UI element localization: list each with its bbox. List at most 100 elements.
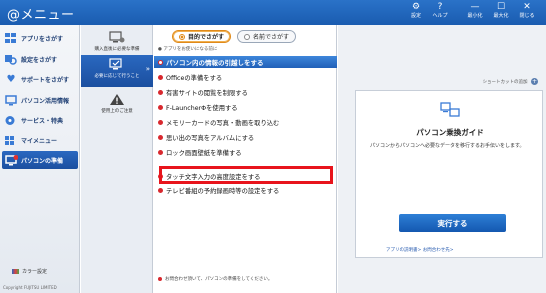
hint-label: アプリをお使いになる前に xyxy=(163,47,218,52)
list-item[interactable]: Officeの準備をする xyxy=(158,72,336,83)
pc-setup-icon xyxy=(4,154,18,166)
category-label: 購入直後に必要な準備 xyxy=(94,47,140,52)
category-column: 購入直後に必要な準備 必要に応じて行うこと » 使用上のご注意 xyxy=(81,25,153,293)
pc-info-icon xyxy=(4,94,18,106)
search-by-name-button[interactable]: 名前でさがす xyxy=(237,30,297,43)
palette-icon xyxy=(12,269,19,274)
card-title: パソコン乗換ガイド xyxy=(416,128,484,137)
gear-icon: ⚙ xyxy=(411,2,421,12)
help-button[interactable]: ? ヘルプ xyxy=(429,2,451,24)
plus-icon: + xyxy=(531,78,538,85)
help-label: ヘルプ xyxy=(432,13,448,19)
sidebar-item-support[interactable]: ♥ サポートをさがす xyxy=(2,70,78,88)
close-button[interactable]: ✕ 閉じる xyxy=(516,2,538,24)
add-shortcut-button[interactable]: ショートカットの追加 + xyxy=(338,78,538,85)
pc-gear-icon xyxy=(109,31,125,43)
copyright: Copyright FUJITSU LIMITED xyxy=(3,285,57,290)
sidebar-item-service[interactable]: サービス・特典 xyxy=(2,111,78,129)
settings-button[interactable]: ⚙ 設定 xyxy=(405,2,427,24)
run-button[interactable]: 実行する xyxy=(399,214,506,232)
category-caution[interactable]: 使用上のご注意 xyxy=(81,93,153,115)
list-item-label: Officeの準備をする xyxy=(166,75,223,82)
warning-icon xyxy=(110,94,124,105)
list-item[interactable]: メモリーカードの写真・動画を取り込む xyxy=(158,117,336,128)
mymenu-icon xyxy=(4,134,18,146)
category-label: 使用上のご注意 xyxy=(101,109,133,114)
bullet-icon xyxy=(158,150,163,155)
apps-icon xyxy=(4,32,18,44)
service-icon xyxy=(4,114,18,126)
bullet-icon xyxy=(158,59,163,65)
double-chevron-right-icon: » xyxy=(145,65,150,73)
support-heart-icon: ♥ xyxy=(6,73,16,85)
sidebar-item-label: アプリをさがす xyxy=(21,35,64,43)
sidebar: アプリをさがす 設定をさがす ♥ サポートをさがす パソコン活用情報 サービス・… xyxy=(0,25,80,293)
app-title: @メニュー xyxy=(7,8,75,23)
search-by-purpose-button[interactable]: 目的でさがす xyxy=(172,30,232,43)
list-item-label: 思い出の写真をアルバムにする xyxy=(166,135,255,142)
bullet-icon xyxy=(158,174,163,179)
list-item[interactable]: ロック画面壁紙を準備する xyxy=(158,147,336,158)
bullet-icon xyxy=(158,135,163,140)
list-header-label: パソコン内の情報の引越しをする xyxy=(166,59,264,67)
pc-check-icon xyxy=(109,58,122,70)
main-footer-note: お問合わせ頂いて、パソコンの準備をしてください。 xyxy=(158,276,272,282)
close-label: 閉じる xyxy=(519,13,535,19)
app-card: パソコン乗換ガイド パソコンからパソコンへ必要なデータを移行するお手伝いをします… xyxy=(355,90,543,258)
main-panel: 目的でさがす 名前でさがす ● アプリをお使いになる前に パソコン内の情報の引越… xyxy=(154,25,337,293)
radio-selected-icon xyxy=(179,33,185,40)
sidebar-item-pc-info[interactable]: パソコン活用情報 xyxy=(2,91,78,109)
list-item-label: F-LauncherΦを使用する xyxy=(166,105,238,112)
list-item-label: 有害サイトの閲覧を制限する xyxy=(166,90,248,97)
sidebar-item-apps[interactable]: アプリをさがす xyxy=(2,29,78,47)
sidebar-item-label: パソコン活用情報 xyxy=(21,97,70,105)
maximize-icon: ☐ xyxy=(496,2,506,12)
pc-transfer-icon xyxy=(440,102,460,117)
maximize-button[interactable]: ☐ 最大化 xyxy=(490,2,512,24)
sidebar-item-settings[interactable]: 設定をさがす xyxy=(2,50,78,68)
list-item-label: ロック画面壁紙を準備する xyxy=(166,150,242,157)
shortcut-label: ショートカットの追加 xyxy=(482,80,528,85)
toggle-label: 名前でさがす xyxy=(253,34,290,41)
sidebar-item-label: 設定をさがす xyxy=(21,56,58,64)
sidebar-item-label: マイメニュー xyxy=(21,137,58,145)
bullet-icon xyxy=(158,277,162,281)
sidebar-item-label: サポートをさがす xyxy=(21,76,70,84)
hint-text: ● アプリをお使いになる前に xyxy=(158,47,218,52)
sidebar-item-mymenu[interactable]: マイメニュー xyxy=(2,131,78,149)
list-item-label: テレビ番組の予約録画時等の設定をする xyxy=(166,188,280,195)
minimize-button[interactable]: — 最小化 xyxy=(464,2,486,24)
list-item[interactable]: 思い出の写真をアルバムにする xyxy=(158,132,336,143)
list-item[interactable]: 有害サイトの閲覧を制限する xyxy=(158,87,336,98)
search-mode-toggle: 目的でさがす 名前でさがす xyxy=(172,30,297,43)
bullet-icon xyxy=(158,75,163,80)
list-header-item[interactable]: パソコン内の情報の引越しをする xyxy=(154,56,337,68)
category-as-needed[interactable]: 必要に応じて行うこと » xyxy=(81,55,153,87)
category-purchase-prep[interactable]: 購入直後に必要な準備 xyxy=(81,31,153,55)
title-bar: @メニュー ⚙ 設定 ? ヘルプ — 最小化 ☐ 最大化 ✕ 閉じる xyxy=(0,0,546,25)
right-panel: ショートカットの追加 + パソコン乗換ガイド パソコンからパソコンへ必要なデータ… xyxy=(338,25,546,293)
list-item[interactable]: F-LauncherΦを使用する xyxy=(158,102,336,113)
color-setting-label: カラー設定 xyxy=(22,269,48,275)
help-icon: ? xyxy=(437,2,443,12)
minimize-icon: — xyxy=(470,2,480,12)
bullet-icon xyxy=(158,105,163,110)
card-description: パソコンからパソコンへ必要なデータを移行するお手伝いをします。 xyxy=(370,143,525,149)
footer-label: お問合わせ頂いて、パソコンの準備をしてください。 xyxy=(165,277,273,282)
bullet-icon xyxy=(158,188,163,193)
category-label: 必要に応じて行うこと xyxy=(94,74,140,79)
close-icon: ✕ xyxy=(523,2,531,12)
radio-icon xyxy=(244,33,251,40)
list-item-label: タッチ文字入力の高度設定をする xyxy=(166,174,261,181)
sidebar-item-label: パソコンの準備 xyxy=(21,157,64,165)
sidebar-item-pc-setup[interactable]: パソコンの準備 xyxy=(2,151,78,169)
list-item-label: メモリーカードの写真・動画を取り込む xyxy=(166,120,280,127)
bullet-icon xyxy=(158,90,163,95)
list-item-highlighted[interactable]: タッチ文字入力の高度設定をする xyxy=(158,171,336,182)
list-item[interactable]: テレビ番組の予約録画時等の設定をする xyxy=(158,185,336,196)
toggle-label: 目的でさがす xyxy=(188,34,225,41)
sidebar-item-label: サービス・特典 xyxy=(21,117,64,125)
settings-search-icon xyxy=(4,53,18,65)
color-setting-button[interactable]: カラー設定 xyxy=(12,268,47,275)
card-links[interactable]: アプリの説明書> お問合わせ先> xyxy=(386,247,453,253)
